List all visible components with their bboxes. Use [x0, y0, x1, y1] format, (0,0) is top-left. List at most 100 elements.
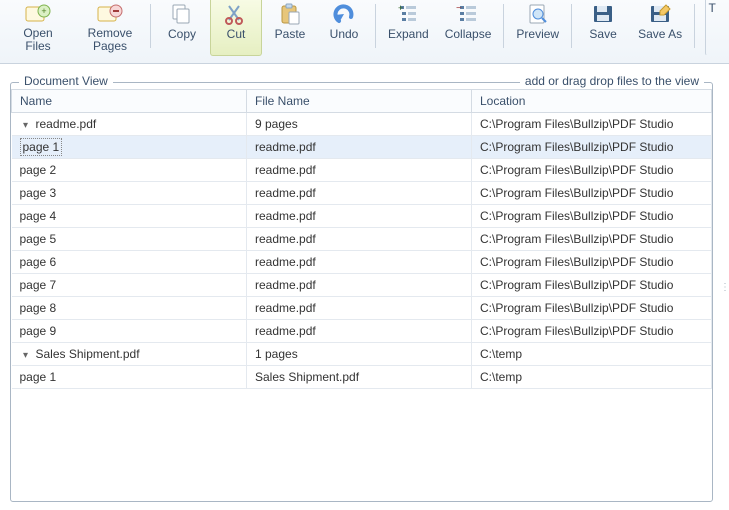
cell-name[interactable]: page 3 — [12, 182, 247, 205]
undo-button[interactable]: Undo — [318, 0, 370, 56]
table-row[interactable]: page 8readme.pdfC:\Program Files\Bullzip… — [12, 297, 712, 320]
cell-name[interactable]: page 2 — [12, 159, 247, 182]
row-name: page 6 — [20, 255, 57, 269]
row-name: page 8 — [20, 301, 57, 315]
collapse-icon: − — [453, 2, 483, 26]
cut-icon — [221, 2, 251, 26]
save-label: Save — [589, 28, 616, 41]
document-view-title: Document View — [19, 74, 113, 88]
grid-header-row: Name File Name Location — [12, 90, 712, 113]
cut-button[interactable]: Cut — [210, 0, 262, 56]
cell-file: readme.pdf — [247, 274, 472, 297]
toolbar-separator — [150, 4, 151, 48]
save-as-button[interactable]: Save As — [631, 0, 689, 56]
cell-name[interactable]: page 6 — [12, 251, 247, 274]
cell-location: C:\Program Files\Bullzip\PDF Studio — [472, 136, 712, 159]
table-row[interactable]: page 2 readme.pdfC:\Program Files\Bullzip… — [12, 159, 712, 182]
expand-button[interactable]: + Expand — [381, 0, 436, 56]
remove-pages-label: Remove Pages — [82, 27, 138, 53]
cell-name[interactable]: page 1 — [12, 136, 247, 159]
collapse-button[interactable]: − Collapse — [438, 0, 499, 56]
cell-file: readme.pdf — [247, 297, 472, 320]
row-name: page 4 — [20, 209, 57, 223]
main-area: Document View add or drag drop files to … — [0, 64, 729, 510]
cell-name[interactable]: page 4 — [12, 205, 247, 228]
expander-icon[interactable]: ▾ — [20, 120, 32, 131]
row-name: Sales Shipment.pdf — [36, 347, 140, 361]
expand-label: Expand — [388, 28, 429, 41]
toolbar-overflow-button[interactable]: T — [705, 0, 719, 56]
save-icon — [588, 2, 618, 26]
col-header-name[interactable]: Name — [12, 90, 247, 113]
cell-name[interactable]: page 7 — [12, 274, 247, 297]
paste-label: Paste — [275, 28, 306, 41]
cell-file: readme.pdf — [247, 205, 472, 228]
paste-button[interactable]: Paste — [264, 0, 316, 56]
table-row[interactable]: page 6readme.pdfC:\Program Files\Bullzip… — [12, 251, 712, 274]
cell-name[interactable]: page 9 — [12, 320, 247, 343]
table-row[interactable]: page 3readme.pdfC:\Program Files\Bullzip… — [12, 182, 712, 205]
svg-text:−: − — [456, 3, 462, 14]
table-row[interactable]: page 7 readme.pdfC:\Program Files\Bullzip… — [12, 274, 712, 297]
cell-location: C:\temp — [472, 366, 712, 389]
cell-location: C:\temp — [472, 343, 712, 366]
cell-file: 9 pages — [247, 113, 472, 136]
save-button[interactable]: Save — [577, 0, 629, 56]
document-view-hint: add or drag drop files to the view — [520, 74, 704, 88]
cell-location: C:\Program Files\Bullzip\PDF Studio — [472, 182, 712, 205]
cell-file: Sales Shipment.pdf — [247, 366, 472, 389]
row-name: page 1 — [20, 370, 57, 384]
cell-file: 1 pages — [247, 343, 472, 366]
right-splitter[interactable]: ⋮ — [721, 64, 729, 510]
svg-text:+: + — [398, 3, 403, 13]
expand-icon: + — [393, 2, 423, 26]
document-view-panel: Document View add or drag drop files to … — [10, 82, 713, 502]
copy-label: Copy — [168, 28, 196, 41]
table-row[interactable]: page 4readme.pdfC:\Program Files\Bullzip… — [12, 205, 712, 228]
table-row[interactable]: page 5 readme.pdfC:\Program Files\Bullzip… — [12, 228, 712, 251]
open-files-button[interactable]: + Open Files — [3, 0, 73, 56]
table-row[interactable]: page 1readme.pdfC:\Program Files\Bullzip… — [12, 136, 712, 159]
toolbar-separator — [503, 4, 504, 48]
table-row[interactable]: page 1 Sales Shipment.pdfC:\temp — [12, 366, 712, 389]
remove-pages-button[interactable]: Remove Pages — [75, 0, 145, 56]
undo-icon — [329, 2, 359, 26]
cell-file: readme.pdf — [247, 228, 472, 251]
toolbar-separator — [694, 4, 695, 48]
undo-label: Undo — [330, 28, 359, 41]
remove-pages-icon — [95, 2, 125, 25]
cell-location: C:\Program Files\Bullzip\PDF Studio — [472, 159, 712, 182]
preview-button[interactable]: Preview — [509, 0, 566, 56]
row-name: page 7 — [20, 278, 57, 292]
row-name: page 1 — [20, 138, 63, 156]
toolbar-overflow-label: T — [708, 2, 715, 15]
open-files-icon: + — [23, 2, 53, 25]
row-name: page 2 — [20, 163, 57, 177]
expander-icon[interactable]: ▾ — [20, 350, 32, 361]
cell-name[interactable]: ▾readme.pdf — [12, 113, 247, 136]
cell-name[interactable]: ▾ Sales Shipment.pdf — [12, 343, 247, 366]
cell-name[interactable]: page 8 — [12, 297, 247, 320]
cell-file: readme.pdf — [247, 182, 472, 205]
document-tree-grid[interactable]: Name File Name Location ▾readme.pdf9 pag… — [11, 89, 712, 389]
cell-name[interactable]: page 1 — [12, 366, 247, 389]
cell-location: C:\Program Files\Bullzip\PDF Studio — [472, 228, 712, 251]
table-row[interactable]: ▾readme.pdf9 pagesC:\Program Files\Bullz… — [12, 113, 712, 136]
table-row[interactable]: page 9readme.pdfC:\Program Files\Bullzip… — [12, 320, 712, 343]
row-name: page 9 — [20, 324, 57, 338]
toolbar-separator — [375, 4, 376, 48]
col-header-location[interactable]: Location — [472, 90, 712, 113]
collapse-label: Collapse — [445, 28, 492, 41]
open-files-label: Open Files — [10, 27, 66, 53]
cell-location: C:\Program Files\Bullzip\PDF Studio — [472, 274, 712, 297]
copy-button[interactable]: Copy — [156, 0, 208, 56]
save-as-label: Save As — [638, 28, 682, 41]
svg-text:+: + — [41, 6, 46, 16]
cell-location: C:\Program Files\Bullzip\PDF Studio — [472, 251, 712, 274]
toolbar: + Open Files Remove Pages Copy Cut Paste… — [0, 0, 729, 64]
row-name: page 5 — [20, 232, 57, 246]
cell-name[interactable]: page 5 — [12, 228, 247, 251]
table-row[interactable]: ▾ Sales Shipment.pdf 1 pagesC:\temp — [12, 343, 712, 366]
col-header-file[interactable]: File Name — [247, 90, 472, 113]
cell-file: readme.pdf — [247, 159, 472, 182]
